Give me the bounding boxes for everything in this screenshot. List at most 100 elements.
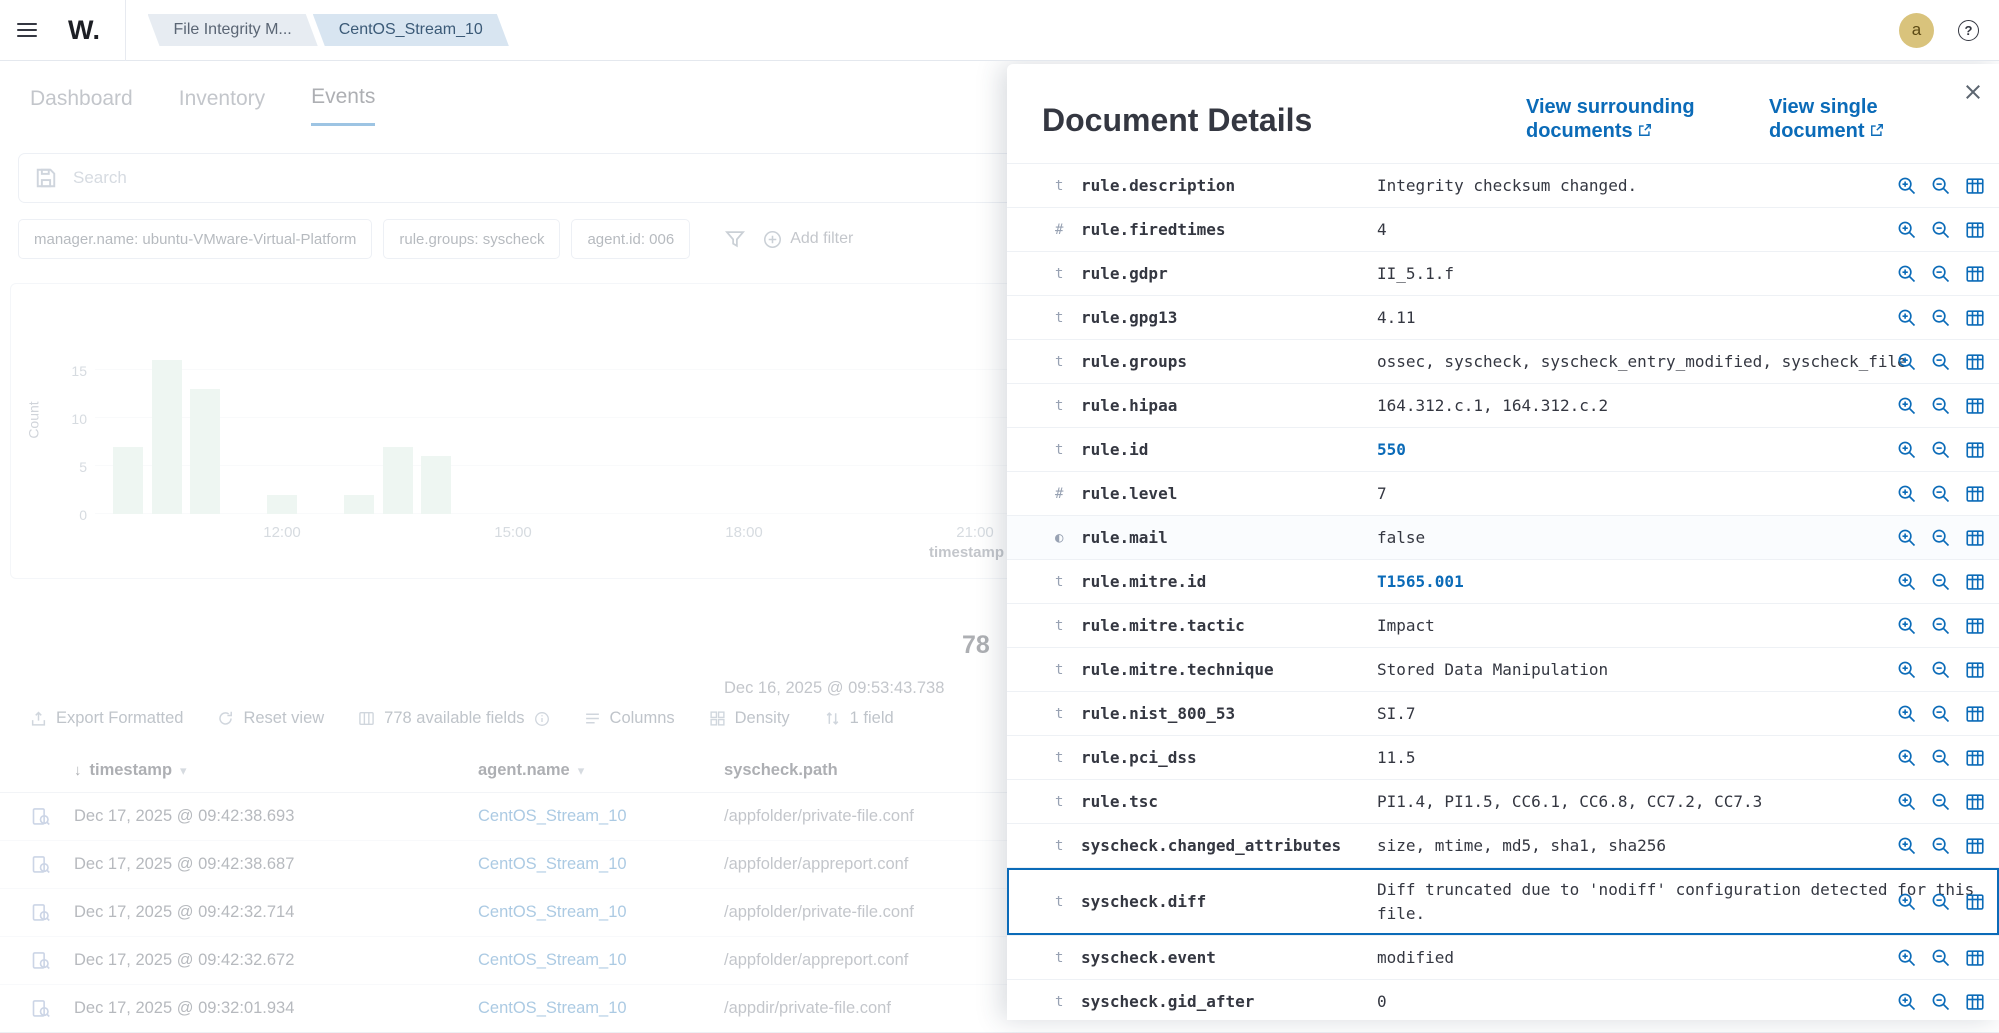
doc-field-row[interactable]: t rule.groups ossec, syscheck, syscheck_… xyxy=(1007,340,1999,384)
filter-out-value-icon[interactable] xyxy=(1931,396,1951,416)
filter-out-value-icon[interactable] xyxy=(1931,308,1951,328)
toggle-column-icon[interactable] xyxy=(1965,528,1985,548)
filter-out-value-icon[interactable] xyxy=(1931,528,1951,548)
doc-field-row[interactable]: t rule.tsc PI1.4, PI1.5, CC6.1, CC6.8, C… xyxy=(1007,780,1999,824)
filter-for-value-icon[interactable] xyxy=(1897,176,1917,196)
field-value: modified xyxy=(1377,946,1981,969)
field-name: rule.level xyxy=(1081,484,1377,503)
filter-out-value-icon[interactable] xyxy=(1931,572,1951,592)
filter-out-value-icon[interactable] xyxy=(1931,176,1951,196)
filter-out-value-icon[interactable] xyxy=(1931,948,1951,968)
field-type-icon: t xyxy=(1055,618,1081,634)
doc-field-row[interactable]: # rule.level 7 xyxy=(1007,472,1999,516)
doc-field-row[interactable]: t syscheck.diff Diff truncated due to 'n… xyxy=(1007,868,1999,936)
toggle-column-icon[interactable] xyxy=(1965,176,1985,196)
doc-field-row[interactable]: t syscheck.event modified xyxy=(1007,936,1999,980)
toggle-column-icon[interactable] xyxy=(1965,396,1985,416)
view-surrounding-documents-link[interactable]: View surrounding documents xyxy=(1526,96,1736,143)
doc-field-row[interactable]: t rule.nist_800_53 SI.7 xyxy=(1007,692,1999,736)
field-value: Diff truncated due to 'nodiff' configura… xyxy=(1377,878,1981,924)
toggle-column-icon[interactable] xyxy=(1965,992,1985,1012)
doc-field-row[interactable]: t syscheck.changed_attributes size, mtim… xyxy=(1007,824,1999,868)
doc-field-row[interactable]: t rule.hipaa 164.312.c.1, 164.312.c.2 xyxy=(1007,384,1999,428)
toggle-column-icon[interactable] xyxy=(1965,892,1985,912)
doc-field-row[interactable]: # rule.firedtimes 4 xyxy=(1007,208,1999,252)
toggle-column-icon[interactable] xyxy=(1965,352,1985,372)
close-flyout-button[interactable] xyxy=(1963,82,1983,102)
toggle-column-icon[interactable] xyxy=(1965,616,1985,636)
filter-for-value-icon[interactable] xyxy=(1897,616,1917,636)
toggle-column-icon[interactable] xyxy=(1965,948,1985,968)
filter-for-value-icon[interactable] xyxy=(1897,792,1917,812)
toggle-column-icon[interactable] xyxy=(1965,220,1985,240)
filter-out-value-icon[interactable] xyxy=(1931,660,1951,680)
toggle-column-icon[interactable] xyxy=(1965,308,1985,328)
filter-for-value-icon[interactable] xyxy=(1897,704,1917,724)
filter-out-value-icon[interactable] xyxy=(1931,704,1951,724)
filter-for-value-icon[interactable] xyxy=(1897,572,1917,592)
filter-for-value-icon[interactable] xyxy=(1897,308,1917,328)
filter-out-value-icon[interactable] xyxy=(1931,440,1951,460)
doc-field-row[interactable]: t rule.pci_dss 11.5 xyxy=(1007,736,1999,780)
external-link-icon xyxy=(1870,123,1884,137)
menu-button[interactable] xyxy=(0,0,54,61)
filter-out-value-icon[interactable] xyxy=(1931,616,1951,636)
filter-out-value-icon[interactable] xyxy=(1931,836,1951,856)
breadcrumb-module[interactable]: File Integrity M... xyxy=(148,14,318,46)
filter-for-value-icon[interactable] xyxy=(1897,264,1917,284)
filter-for-value-icon[interactable] xyxy=(1897,892,1917,912)
doc-field-row[interactable]: t rule.mitre.technique Stored Data Manip… xyxy=(1007,648,1999,692)
field-name: rule.mitre.tactic xyxy=(1081,616,1377,635)
doc-field-row[interactable]: t rule.gpg13 4.11 xyxy=(1007,296,1999,340)
field-value: T1565.001 xyxy=(1377,570,1981,593)
view-single-document-link[interactable]: View single document xyxy=(1769,96,1914,143)
field-actions xyxy=(1897,948,1985,968)
filter-out-value-icon[interactable] xyxy=(1931,264,1951,284)
doc-field-row[interactable]: ◐ rule.mail false xyxy=(1007,516,1999,560)
filter-out-value-icon[interactable] xyxy=(1931,792,1951,812)
toggle-column-icon[interactable] xyxy=(1965,704,1985,724)
doc-field-row[interactable]: t rule.description Integrity checksum ch… xyxy=(1007,164,1999,208)
wazuh-logo[interactable]: W. xyxy=(68,15,101,46)
toggle-column-icon[interactable] xyxy=(1965,440,1985,460)
filter-out-value-icon[interactable] xyxy=(1931,484,1951,504)
filter-for-value-icon[interactable] xyxy=(1897,660,1917,680)
filter-out-value-icon[interactable] xyxy=(1931,992,1951,1012)
toggle-column-icon[interactable] xyxy=(1965,572,1985,592)
filter-for-value-icon[interactable] xyxy=(1897,352,1917,372)
field-type-icon: t xyxy=(1055,310,1081,326)
help-icon[interactable]: ? xyxy=(1958,20,1979,41)
breadcrumb: File Integrity M... CentOS_Stream_10 xyxy=(148,14,509,46)
filter-for-value-icon[interactable] xyxy=(1897,220,1917,240)
filter-for-value-icon[interactable] xyxy=(1897,748,1917,768)
toggle-column-icon[interactable] xyxy=(1965,264,1985,284)
filter-out-value-icon[interactable] xyxy=(1931,748,1951,768)
field-actions xyxy=(1897,440,1985,460)
breadcrumb-agent[interactable]: CentOS_Stream_10 xyxy=(313,14,509,46)
filter-for-value-icon[interactable] xyxy=(1897,440,1917,460)
filter-for-value-icon[interactable] xyxy=(1897,484,1917,504)
toggle-column-icon[interactable] xyxy=(1965,748,1985,768)
filter-out-value-icon[interactable] xyxy=(1931,220,1951,240)
doc-field-row[interactable]: t rule.gdpr II_5.1.f xyxy=(1007,252,1999,296)
filter-for-value-icon[interactable] xyxy=(1897,396,1917,416)
doc-field-row[interactable]: t rule.mitre.id T1565.001 xyxy=(1007,560,1999,604)
filter-for-value-icon[interactable] xyxy=(1897,528,1917,548)
field-name: rule.pci_dss xyxy=(1081,748,1377,767)
toggle-column-icon[interactable] xyxy=(1965,836,1985,856)
filter-out-value-icon[interactable] xyxy=(1931,892,1951,912)
toggle-column-icon[interactable] xyxy=(1965,660,1985,680)
doc-field-row[interactable]: t rule.id 550 xyxy=(1007,428,1999,472)
doc-field-row[interactable]: t rule.mitre.tactic Impact xyxy=(1007,604,1999,648)
avatar[interactable]: a xyxy=(1899,13,1934,48)
doc-field-row[interactable]: t syscheck.gid_after 0 xyxy=(1007,980,1999,1020)
field-actions xyxy=(1897,992,1985,1012)
toggle-column-icon[interactable] xyxy=(1965,484,1985,504)
filter-for-value-icon[interactable] xyxy=(1897,836,1917,856)
filter-out-value-icon[interactable] xyxy=(1931,352,1951,372)
filter-for-value-icon[interactable] xyxy=(1897,992,1917,1012)
field-name: rule.gdpr xyxy=(1081,264,1377,283)
filter-for-value-icon[interactable] xyxy=(1897,948,1917,968)
toggle-column-icon[interactable] xyxy=(1965,792,1985,812)
field-value: Impact xyxy=(1377,614,1981,637)
